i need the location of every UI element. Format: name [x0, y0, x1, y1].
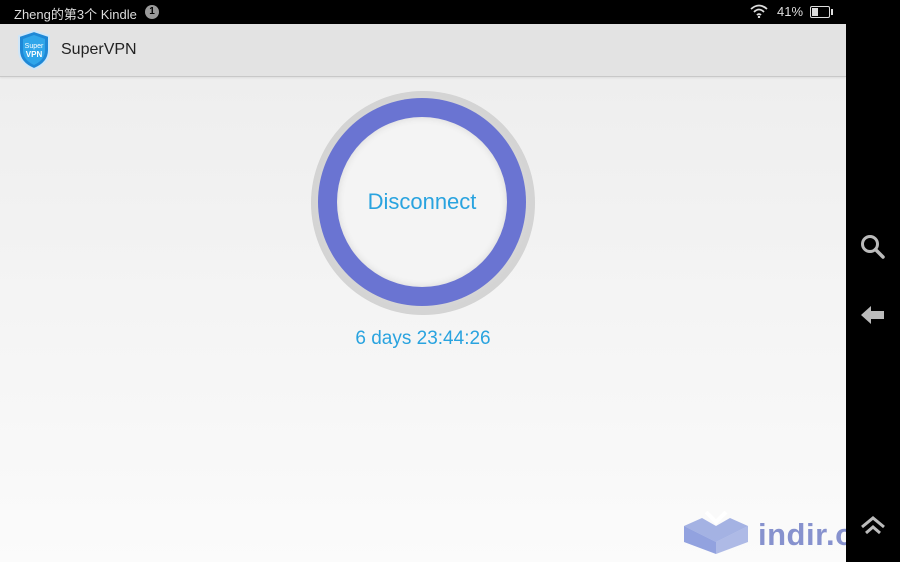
status-bar: Zheng的第3个 Kindle 1 41% — [0, 0, 846, 24]
search-icon[interactable] — [858, 232, 888, 262]
watermark-text: indir.org — [758, 517, 846, 552]
connection-timer: 6 days 23:44:26 — [355, 328, 491, 349]
watermark-box-icon — [684, 510, 748, 554]
notification-count-badge[interactable]: 1 — [145, 5, 159, 19]
app-title: SuperVPN — [61, 41, 137, 58]
battery-percent: 41% — [777, 4, 804, 19]
action-bar: Super VPN SuperVPN — [0, 24, 846, 77]
back-icon[interactable] — [858, 300, 888, 330]
device-name: Zheng的第3个 Kindle — [14, 7, 137, 22]
supervpn-shield-logo[interactable]: Super VPN — [16, 29, 52, 71]
battery-icon — [810, 6, 833, 18]
disconnect-button[interactable]: Disconnect — [337, 117, 507, 287]
watermark: indir.org — [682, 508, 846, 556]
wifi-icon — [750, 4, 768, 21]
svg-text:Super: Super — [25, 43, 44, 50]
app-screen: Zheng的第3个 Kindle 1 41% Super VPN SuperVP… — [0, 0, 846, 562]
svg-text:VPN: VPN — [26, 50, 43, 59]
home-icon[interactable] — [858, 512, 888, 542]
system-nav-bar — [846, 0, 900, 562]
